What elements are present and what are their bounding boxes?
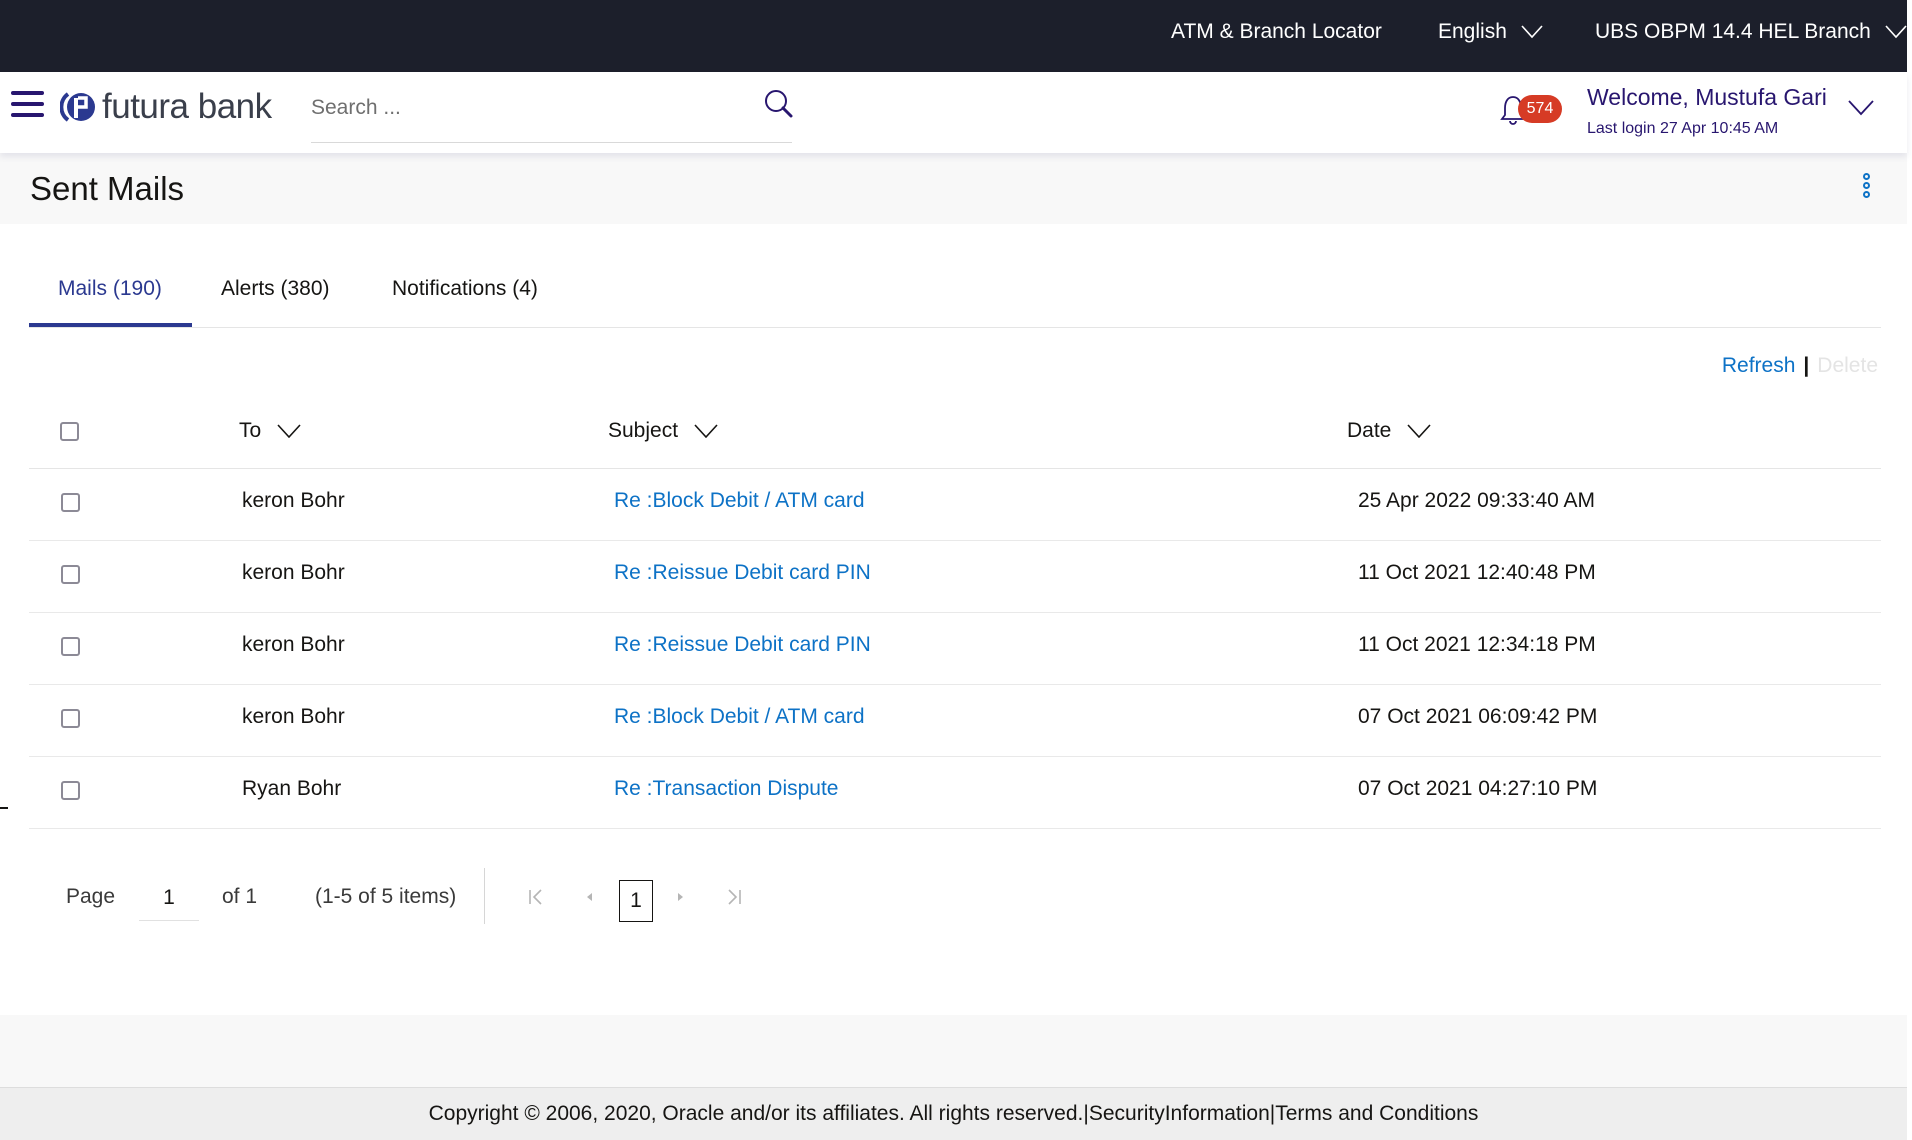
items-range: (1-5 of 5 items): [315, 885, 457, 908]
app-header: futura bank 574 Welcome, Mustufa Gari La…: [0, 72, 1907, 153]
pagination: Page of 1 (1-5 of 5 items) 1: [66, 868, 766, 928]
search-icon[interactable]: [764, 89, 794, 119]
table-row: Ryan Bohr Re :Transaction Dispute 07 Oct…: [29, 757, 1881, 829]
footer-text: Copyright © 2006, 2020, Oracle and/or it…: [0, 1102, 1907, 1126]
table-row: keron Bohr Re :Reissue Debit card PIN 11…: [29, 541, 1881, 613]
kebab-dot-icon: [1863, 173, 1870, 180]
more-options-button[interactable]: [1862, 173, 1872, 199]
chevron-down-icon: [1521, 25, 1543, 39]
kebab-dot-icon: [1863, 182, 1870, 189]
top-bar: ATM & Branch Locator English UBS OBPM 14…: [0, 0, 1912, 72]
copyright-text: Copyright © 2006, 2020, Oracle and/or it…: [428, 1102, 1084, 1125]
mail-actions: Refresh | Delete: [1722, 354, 1878, 378]
window-edge: [1907, 0, 1912, 1140]
select-all-checkbox[interactable]: [60, 422, 79, 441]
sort-chevron-down-icon: [1407, 424, 1431, 438]
welcome-user[interactable]: Welcome, Mustufa Gari: [1587, 84, 1827, 111]
terms-and-conditions-link[interactable]: Terms and Conditions: [1275, 1102, 1478, 1125]
active-tab-indicator: [29, 323, 192, 327]
sent-date: 11 Oct 2021 12:40:48 PM: [1358, 561, 1596, 584]
menu-button[interactable]: [11, 91, 44, 117]
column-label: Subject: [608, 419, 679, 442]
row-checkbox[interactable]: [61, 565, 80, 584]
table-row: keron Bohr Re :Block Debit / ATM card 25…: [29, 469, 1881, 541]
subject-link[interactable]: Re :Transaction Dispute: [614, 777, 839, 801]
current-page-button[interactable]: 1: [619, 880, 653, 922]
language-dropdown[interactable]: English: [1438, 20, 1543, 44]
last-login-text: Last login 27 Apr 10:45 AM: [1587, 120, 1779, 137]
futura-logo-icon: [60, 92, 95, 122]
sent-mails-table: To Subject Date keron Bohr Re :Block Deb…: [29, 395, 1881, 829]
edge-marker: [0, 807, 8, 809]
subject-link[interactable]: Re :Reissue Debit card PIN: [614, 561, 871, 585]
page-number-input[interactable]: [139, 875, 199, 921]
column-label: To: [239, 419, 262, 442]
recipient: keron Bohr: [242, 633, 345, 656]
content-bottom-band: [0, 1015, 1907, 1088]
column-header-to[interactable]: To: [239, 419, 301, 443]
table-header: To Subject Date: [29, 395, 1881, 469]
row-checkbox[interactable]: [61, 637, 80, 656]
subject-link[interactable]: Re :Reissue Debit card PIN: [614, 633, 871, 657]
sent-date: 07 Oct 2021 04:27:10 PM: [1358, 777, 1598, 800]
previous-page-icon: [587, 893, 592, 901]
atm-branch-locator-label: ATM & Branch Locator: [1171, 20, 1382, 43]
branch-label: UBS OBPM 14.4 HEL Branch: [1595, 20, 1871, 43]
mailbox-tabs: Mails (190) Alerts (380) Notifications (…: [29, 270, 1881, 328]
page-total: of 1: [222, 885, 258, 908]
row-checkbox[interactable]: [61, 493, 80, 512]
recipient: keron Bohr: [242, 705, 345, 728]
security-information-link[interactable]: SecurityInformation: [1089, 1102, 1270, 1125]
next-page-icon: [678, 893, 683, 901]
table-row: keron Bohr Re :Reissue Debit card PIN 11…: [29, 613, 1881, 685]
refresh-button[interactable]: Refresh: [1722, 354, 1796, 378]
last-page-button[interactable]: [724, 886, 744, 908]
next-page-button[interactable]: [670, 886, 690, 908]
recipient: keron Bohr: [242, 489, 345, 512]
notification-count-badge[interactable]: 574: [1518, 95, 1562, 123]
branch-dropdown[interactable]: UBS OBPM 14.4 HEL Branch: [1595, 20, 1907, 44]
kebab-dot-icon: [1863, 191, 1870, 198]
pagination-divider: [484, 868, 485, 924]
sent-date: 11 Oct 2021 12:34:18 PM: [1358, 633, 1596, 656]
tab-notifications[interactable]: Notifications (4): [392, 277, 538, 301]
hamburger-icon: [11, 113, 44, 117]
search-box: [311, 86, 794, 143]
tab-mails[interactable]: Mails (190): [58, 277, 162, 301]
subject-link[interactable]: Re :Block Debit / ATM card: [614, 489, 865, 513]
row-checkbox[interactable]: [61, 781, 80, 800]
chevron-down-icon: [1885, 25, 1907, 39]
brand-name: futura bank: [102, 87, 272, 126]
sort-chevron-down-icon: [694, 424, 718, 438]
atm-branch-locator-link[interactable]: ATM & Branch Locator: [1171, 20, 1382, 44]
action-separator: |: [1803, 354, 1810, 377]
brand-logo[interactable]: futura bank: [60, 87, 272, 127]
page-title: Sent Mails: [30, 170, 185, 207]
language-label: English: [1438, 20, 1507, 43]
first-page-button[interactable]: [526, 886, 546, 908]
tab-alerts[interactable]: Alerts (380): [221, 277, 330, 301]
last-page-icon: [728, 889, 741, 905]
recipient: Ryan Bohr: [242, 777, 342, 800]
sent-date: 07 Oct 2021 06:09:42 PM: [1358, 705, 1598, 728]
recipient: keron Bohr: [242, 561, 345, 584]
sent-date: 25 Apr 2022 09:33:40 AM: [1358, 489, 1596, 512]
search-input[interactable]: [311, 92, 731, 124]
delete-button[interactable]: Delete: [1817, 354, 1878, 378]
page-label: Page: [66, 885, 116, 908]
column-label: Date: [1347, 419, 1392, 442]
column-header-date[interactable]: Date: [1347, 419, 1431, 443]
first-page-icon: [529, 889, 542, 905]
page-footer: Copyright © 2006, 2020, Oracle and/or it…: [0, 1088, 1907, 1140]
row-checkbox[interactable]: [61, 709, 80, 728]
page-title-bar: Sent Mails: [0, 153, 1907, 224]
subject-link[interactable]: Re :Block Debit / ATM card: [614, 705, 865, 729]
previous-page-button[interactable]: [580, 886, 600, 908]
user-menu-chevron-down-icon[interactable]: [1848, 100, 1874, 116]
hamburger-icon: [11, 91, 44, 95]
table-row: keron Bohr Re :Block Debit / ATM card 07…: [29, 685, 1881, 757]
column-header-subject[interactable]: Subject: [608, 419, 718, 443]
sort-chevron-down-icon: [277, 424, 301, 438]
hamburger-icon: [11, 102, 44, 106]
